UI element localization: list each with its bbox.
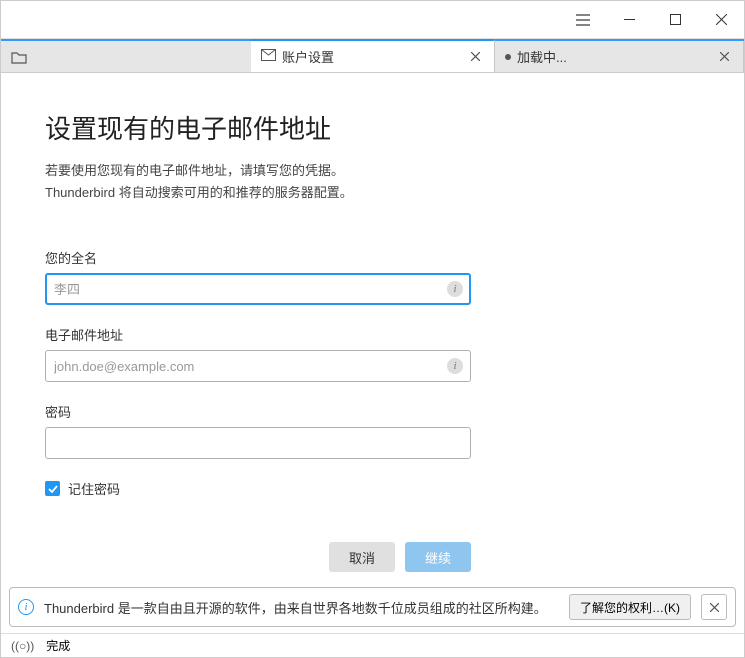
- minimize-button[interactable]: [606, 1, 652, 39]
- menu-button[interactable]: [560, 1, 606, 39]
- info-icon[interactable]: i: [447, 281, 463, 297]
- mail-icon: [261, 49, 276, 64]
- continue-button[interactable]: 继续: [405, 542, 471, 572]
- name-input[interactable]: [45, 273, 471, 305]
- email-input[interactable]: [45, 350, 471, 382]
- statusbar: ((○)) 完成: [1, 633, 744, 657]
- password-label: 密码: [45, 402, 471, 421]
- page-subtitle: 若要使用您现有的电子邮件地址，请填写您的凭据。 Thunderbird 将自动搜…: [45, 160, 700, 204]
- page-title: 设置现有的电子邮件地址: [45, 109, 700, 146]
- close-button[interactable]: [698, 1, 744, 39]
- notification-text: Thunderbird 是一款自由且开源的软件，由来自世界各地数千位成员组成的社…: [44, 598, 559, 617]
- loading-dot-icon: [505, 54, 511, 60]
- rights-button[interactable]: 了解您的权利…(K): [569, 594, 691, 620]
- email-label: 电子邮件地址: [45, 325, 471, 344]
- remember-password-row[interactable]: 记住密码: [45, 479, 700, 498]
- titlebar: [1, 1, 744, 39]
- email-field-group: 电子邮件地址 i: [45, 325, 471, 382]
- cancel-button[interactable]: 取消: [329, 542, 395, 572]
- info-icon[interactable]: i: [447, 358, 463, 374]
- button-row: 取消 继续: [45, 542, 471, 572]
- status-text: 完成: [46, 637, 70, 654]
- password-field-group: 密码: [45, 402, 471, 459]
- activity-icon: ((○)): [11, 639, 34, 653]
- notification-bar: i Thunderbird 是一款自由且开源的软件，由来自世界各地数千位成员组成…: [9, 587, 736, 627]
- tab-close-icon[interactable]: [466, 48, 484, 66]
- maximize-button[interactable]: [652, 1, 698, 39]
- tabstrip: 账户设置 加载中...: [1, 39, 744, 73]
- tab-loading[interactable]: 加载中...: [495, 41, 744, 72]
- remember-label: 记住密码: [68, 479, 120, 498]
- name-label: 您的全名: [45, 248, 471, 267]
- main-content: 设置现有的电子邮件地址 若要使用您现有的电子邮件地址，请填写您的凭据。 Thun…: [1, 73, 744, 581]
- tab-close-icon[interactable]: [715, 48, 733, 66]
- tab-label: 加载中...: [517, 47, 709, 66]
- folder-tab[interactable]: [1, 41, 37, 72]
- tab-account-settings[interactable]: 账户设置: [251, 39, 495, 72]
- name-field-group: 您的全名 i: [45, 248, 471, 305]
- tab-label: 账户设置: [282, 47, 460, 66]
- notification-close-icon[interactable]: [701, 594, 727, 620]
- info-icon: i: [18, 599, 34, 615]
- password-input[interactable]: [45, 427, 471, 459]
- remember-checkbox[interactable]: [45, 481, 60, 496]
